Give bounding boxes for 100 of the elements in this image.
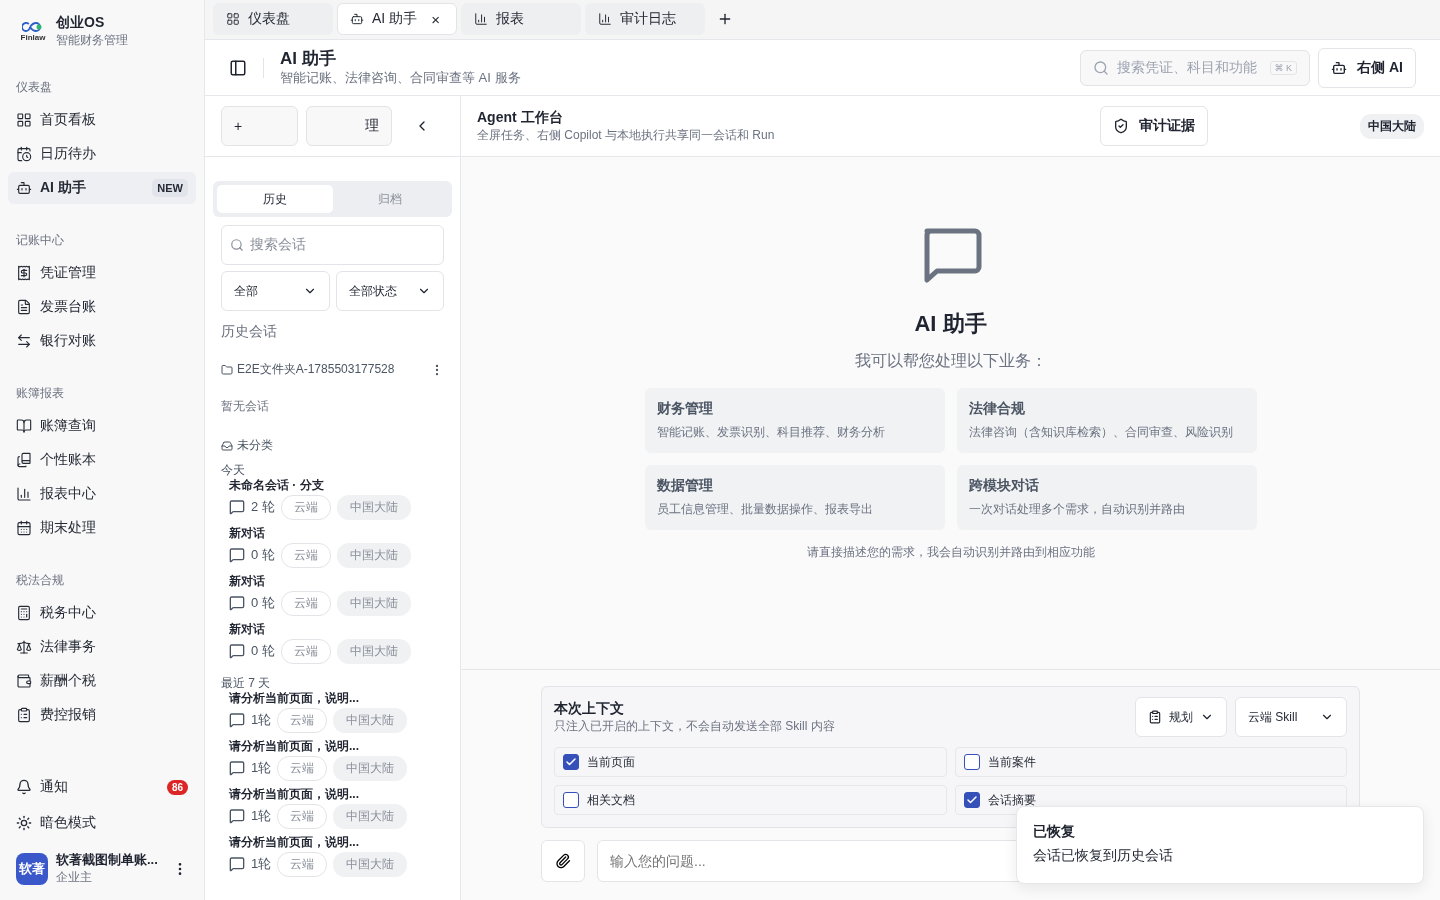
feature-card[interactable]: 财务管理 智能记账、发票识别、科目推荐、财务分析 [644,388,945,453]
checkbox[interactable] [563,754,579,770]
feature-card[interactable]: 数据管理 员工信息管理、批量数据操作、报表导出 [644,465,945,530]
attach-button[interactable] [541,840,585,882]
search-icon [230,238,244,252]
tab-label: 仪表盘 [248,10,290,28]
session-tag: 云端 [280,494,331,520]
turn-count: 0 轮 [251,546,275,564]
view-tab[interactable]: 历史 [217,185,333,213]
nav-item[interactable]: 首页看板 [8,104,196,136]
skill-dropdown[interactable]: 云端 Skill [1235,697,1347,737]
region-tag: 中国大陆 [1360,113,1424,139]
notifications-item[interactable]: 通知 86 [8,771,196,803]
toast-title: 已恢复 [1033,823,1076,841]
sidebar-toggle-icon[interactable] [229,58,247,77]
nav-label: 银行对账 [40,332,97,350]
empty-text: 暂无会话 [220,398,270,415]
nav-label: AI 助手 [40,179,87,197]
nav-item[interactable]: 账簿查询 [8,410,196,442]
bar-chart-icon [598,12,612,26]
page-tab[interactable]: AI 助手 × [337,3,457,35]
nav-item[interactable]: 日历待办 [8,138,196,170]
group-title: 今天 [220,462,246,479]
chat-icon [229,547,245,563]
nav-label: 凭证管理 [40,264,97,282]
brand-tagline: 智能财务管理 [56,32,128,49]
bar-chart-icon [16,486,32,502]
folder-icon [221,363,233,376]
close-icon[interactable]: × [431,10,440,28]
filter-select[interactable]: 全部 [221,271,330,311]
nav-label: 通知 [40,778,69,796]
dark-mode-item[interactable]: 暗色模式 [8,807,196,839]
filter-select[interactable]: 全部状态 [335,271,444,311]
nav-item[interactable]: 税务中心 [8,597,196,629]
grid-icon [16,112,32,128]
hint-text: 请直接描述您的需求，我会自动识别并路由到相应功能 [806,544,1095,561]
context-option[interactable]: 当前页面 [554,747,947,777]
audit-button[interactable]: 审计证据 [1100,106,1208,146]
folder-name: E2E文件夹A-1785503177528 [237,361,396,378]
workspace-title: Agent 工作台 [477,108,564,127]
turn-count: 1轮 [251,855,272,873]
nav-item[interactable]: 薪酬个税 [8,665,196,697]
paperclip-icon [555,853,571,869]
nav-item[interactable]: 银行对账 [8,325,196,357]
feature-card[interactable]: 法律合规 法律咨询（含知识库检索）、合同审查、风险识别 [956,388,1257,453]
turn-count: 0 轮 [251,642,275,660]
nav-item[interactable]: 报表中心 [8,478,196,510]
nav-item[interactable]: 费控报销 [8,699,196,731]
session-title[interactable]: 新对话 [229,527,444,540]
add-tab-icon[interactable] [717,11,733,27]
checkbox[interactable] [963,754,980,770]
nav-label: 发票台账 [40,298,97,316]
nav-item[interactable]: 凭证管理 [8,257,196,289]
tab-label: 审计日志 [620,10,676,28]
shield-icon [1113,118,1129,134]
welcome-title: AI 助手 [914,310,987,338]
page-tab[interactable]: 仪表盘 [213,3,333,35]
nav-label: 个性账本 [40,451,97,469]
sun-icon [16,815,32,831]
card-title: 财务管理 [656,400,714,418]
checkbox[interactable] [563,792,579,808]
page-tab[interactable]: 报表 [461,3,581,35]
manage-button[interactable]: 理 [306,106,392,146]
session-title[interactable]: 未命名会话 · 分支 [229,479,444,492]
nav-label: 首页看板 [40,111,97,129]
session-title[interactable]: 请分析当前页面，说明... [229,788,444,801]
check-icon [565,756,577,768]
session-tag: 中国大陆 [333,851,408,877]
card-title: 数据管理 [656,477,714,495]
nav-item[interactable]: 法律事务 [8,631,196,663]
session-title[interactable]: 请分析当前页面，说明... [229,740,444,753]
session-tag: 云端 [280,590,331,616]
session-title[interactable]: 请分析当前页面，说明... [229,836,444,849]
robot-icon [16,180,32,196]
context-option[interactable]: 当前案件 [954,747,1347,777]
mode-dropdown[interactable]: 规划 [1135,697,1227,737]
checkbox[interactable] [963,792,980,808]
page-subtitle: 智能记账、法律咨询、合同审查等 AI 服务 [280,68,522,87]
context-option[interactable]: 相关文档 [554,785,947,815]
shortcut-hint: ⌘ K [1269,60,1298,75]
count-badge: 86 [166,779,188,795]
right-ai-button[interactable]: 右侧 AI [1318,47,1416,88]
nav-item[interactable]: 期末处理 [8,512,196,544]
nav-label: 期末处理 [40,519,97,537]
feature-card[interactable]: 跨模块对话 一次对话处理多个需求，自动识别并路由 [956,465,1257,530]
session-tag: 中国大陆 [333,707,408,733]
page-tab[interactable]: 审计日志 [585,3,705,35]
nav-item[interactable]: AI 助手 NEW [8,172,196,204]
new-badge: NEW [152,179,188,197]
new-session-button[interactable]: + [221,106,298,146]
nav-item[interactable]: 个性账本 [8,444,196,476]
session-title[interactable]: 新对话 [229,575,444,588]
nav-item[interactable]: 发票台账 [8,291,196,323]
category-label: 未分类 [237,437,273,454]
scale-icon [16,639,32,655]
clipboard-icon [1148,710,1162,724]
session-title[interactable]: 新对话 [229,623,444,636]
session-title[interactable]: 请分析当前页面，说明... [229,692,444,705]
bell-icon [16,779,32,795]
folder-row[interactable]: E2E文件夹A-1785503177528 [205,355,460,384]
